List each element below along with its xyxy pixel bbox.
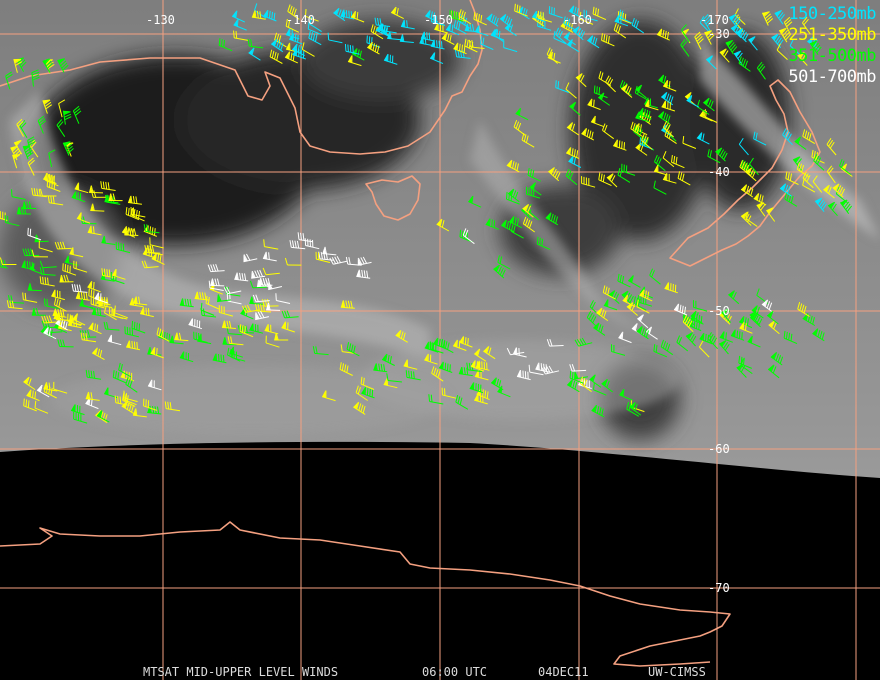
lat-label-70: -70: [708, 581, 730, 595]
lat-label-50: -50: [708, 304, 730, 318]
legend-item-351-500: 351-500mb: [788, 46, 876, 66]
pressure-level-legend: 150-250mb 251-350mb 351-500mb 501-700mb: [788, 4, 876, 88]
caption-product: MTSAT MID-UPPER LEVEL WINDS: [143, 665, 339, 679]
caption-time: 06:00 UTC: [422, 665, 488, 679]
lat-label-40: -40: [708, 165, 730, 179]
lat-label-30: -30: [708, 27, 730, 41]
legend-item-251-350: 251-350mb: [788, 25, 876, 45]
lon-label-140: -140: [286, 13, 315, 27]
lon-label-170: -170: [700, 13, 729, 27]
lon-label-150: -150: [424, 13, 453, 27]
satellite-wind-map: -130 -140 -150 -160 -170 -30 -40 -50 -60…: [0, 0, 880, 680]
legend-item-150-250: 150-250mb: [788, 4, 876, 24]
caption-date: 04DEC11: [538, 665, 589, 679]
legend-item-501-700: 501-700mb: [788, 67, 876, 87]
caption-source: UW-CIMSS: [648, 665, 706, 679]
lat-label-60: -60: [708, 442, 730, 456]
image-caption: MTSAT MID-UPPER LEVEL WINDS 06:00 UTC 04…: [0, 664, 880, 680]
lon-label-160: -160: [563, 13, 592, 27]
lon-label-130: -130: [146, 13, 175, 27]
